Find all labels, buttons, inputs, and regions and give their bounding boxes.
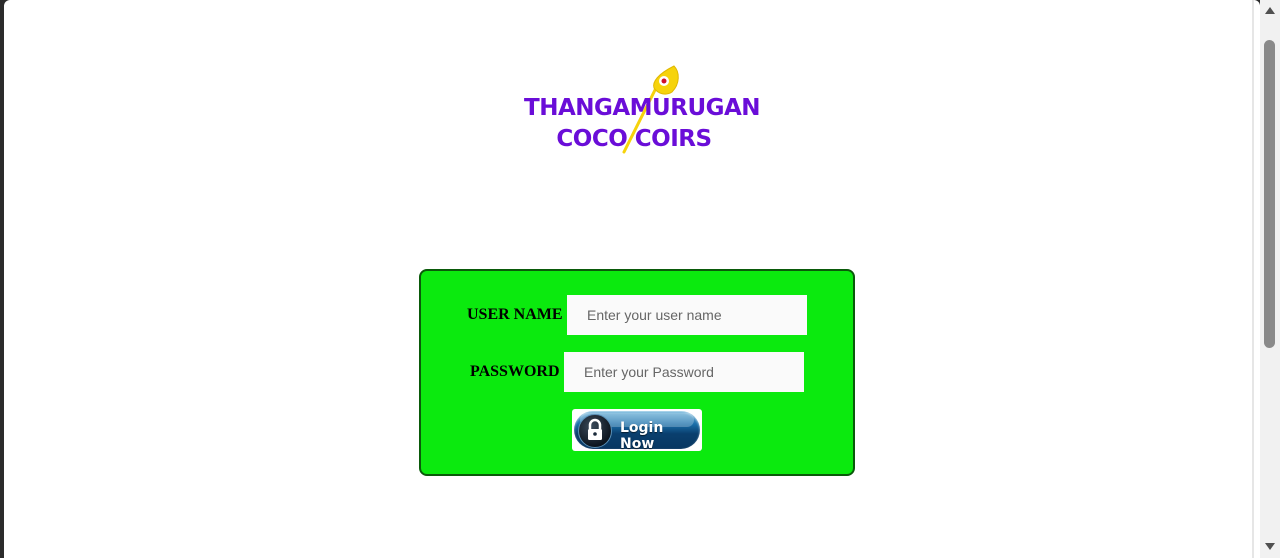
scroll-thumb[interactable]	[1264, 40, 1275, 348]
vertical-scrollbar[interactable]	[1260, 0, 1280, 558]
login-button[interactable]: Login Now	[572, 409, 702, 452]
company-logo: THANGAMURUGAN COCO COIRS	[524, 62, 764, 162]
password-input[interactable]	[564, 352, 804, 392]
lock-icon	[578, 414, 612, 448]
page-edge	[1252, 0, 1254, 558]
logo-line-1: THANGAMURUGAN	[524, 95, 761, 121]
browser-window: THANGAMURUGAN COCO COIRS USER NAME PASSW…	[4, 0, 1260, 558]
login-panel: USER NAME PASSWORD Login Now	[419, 269, 855, 476]
password-label: PASSWORD	[470, 363, 560, 380]
scroll-down-arrow-icon[interactable]	[1265, 543, 1275, 550]
username-label: USER NAME	[467, 306, 563, 323]
logo-line-2: COCO COIRS	[556, 126, 712, 152]
login-button-pill: Login Now	[574, 411, 700, 452]
login-button-label: Login Now	[620, 420, 664, 452]
scroll-up-arrow-icon[interactable]	[1265, 7, 1275, 14]
username-input[interactable]	[567, 295, 807, 335]
